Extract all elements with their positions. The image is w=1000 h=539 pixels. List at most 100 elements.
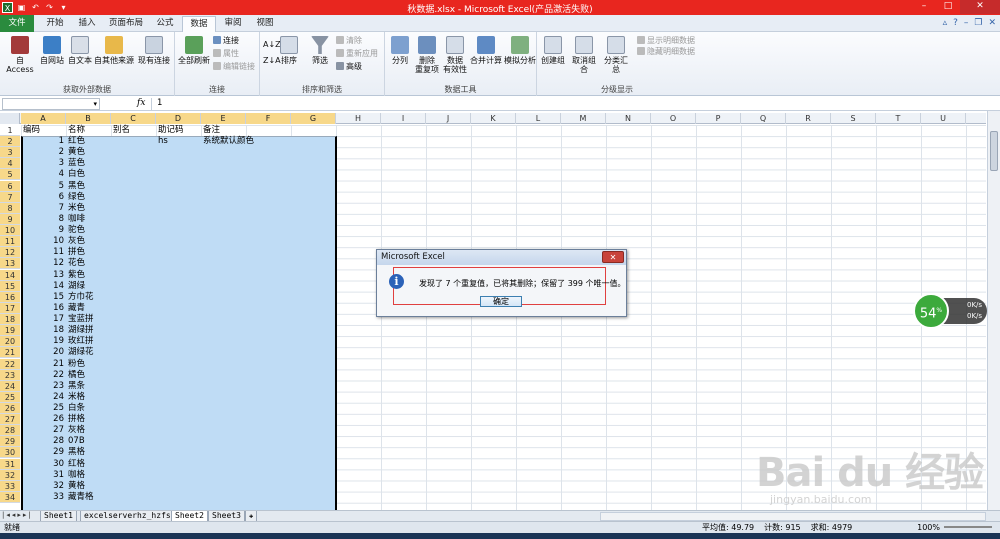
row-header[interactable]: 7 [0,191,20,203]
group-button[interactable]: 创建组 [539,36,567,65]
row-header[interactable]: 17 [0,302,20,314]
ok-button[interactable]: 确定 [480,296,522,307]
ungroup-button[interactable]: 取消组合 [569,36,599,74]
cell-e[interactable]: 备注 [203,125,220,136]
row-header[interactable]: 15 [0,280,20,292]
column-header[interactable]: L [516,113,561,124]
cell-a[interactable]: 24 [21,392,64,403]
insert-function-icon[interactable]: fx [137,98,145,108]
row-header[interactable]: 12 [0,247,20,259]
network-speed-widget[interactable]: 54% 0K/s 0K/s [913,293,987,329]
refresh-all-button[interactable]: 全部刷新 [177,36,211,65]
cell-a[interactable]: 7 [21,203,64,214]
column-header[interactable]: E [201,113,246,124]
tab-page-layout[interactable]: 页面布局 [104,16,148,32]
row-header[interactable]: 16 [0,291,20,303]
cell-b[interactable]: 橘色 [68,370,85,381]
tab-file[interactable]: 文件 [0,15,34,32]
cell-b[interactable]: 名称 [68,125,85,136]
clear-button[interactable]: 清除 [336,36,362,46]
cell-a[interactable]: 4 [21,169,64,180]
maximize-button[interactable]: □ [936,0,960,14]
from-text-button[interactable]: 自文本 [66,36,94,65]
row-header[interactable]: 14 [0,269,20,281]
cell-a[interactable]: 30 [21,459,64,470]
cell-a[interactable]: 18 [21,325,64,336]
workbook-close-icon[interactable]: ✕ [988,18,996,28]
row-header[interactable]: 30 [0,447,20,459]
tab-review[interactable]: 审阅 [218,16,248,32]
consolidate-button[interactable]: 合并计算 [469,36,503,65]
cell-a[interactable]: 33 [21,492,64,503]
cell-b[interactable]: 湖绿拼 [68,325,94,336]
advanced-button[interactable]: 高级 [336,62,362,72]
zoom-slider[interactable] [944,526,992,528]
cell-b[interactable]: 白条 [68,403,85,414]
cell-a[interactable]: 6 [21,192,64,203]
cell-a[interactable]: 16 [21,303,64,314]
cell-a[interactable]: 10 [21,236,64,247]
column-header[interactable]: O [651,113,696,124]
cell-b[interactable]: 湖绿花 [68,347,94,358]
cell-b[interactable]: 灰格 [68,425,85,436]
row-header[interactable]: 6 [0,180,20,192]
cell-b[interactable]: 07B [68,436,85,447]
name-box-dropdown-icon[interactable]: ▾ [93,99,97,109]
minimize-button[interactable]: – [912,0,936,14]
row-header[interactable]: 23 [0,369,20,381]
row-header[interactable]: 9 [0,213,20,225]
cell-c[interactable]: 别名 [113,125,130,136]
vertical-scrollbar[interactable] [987,111,1000,511]
hide-detail-button[interactable]: 隐藏明细数据 [637,47,695,57]
column-header[interactable]: K [471,113,516,124]
row-header[interactable]: 19 [0,325,20,337]
cell-b[interactable]: 宝蓝拼 [68,314,94,325]
workbook-restore-icon[interactable]: ❐ [974,18,982,28]
cell-a[interactable]: 13 [21,270,64,281]
cell-b[interactable]: 红格 [68,459,85,470]
row-header[interactable]: 20 [0,336,20,348]
column-header[interactable]: J [426,113,471,124]
row-header[interactable]: 26 [0,403,20,414]
cell-b[interactable]: 藏青格 [68,492,94,503]
cell-a[interactable]: 3 [21,158,64,169]
cell-a[interactable]: 5 [21,181,64,192]
cell-a[interactable]: 23 [21,381,64,392]
remove-duplicates-button[interactable]: 删除 重复项 [413,36,441,74]
cell-d[interactable]: hs [158,136,168,147]
column-header[interactable]: H [336,113,381,124]
cell-b[interactable]: 米格 [68,392,85,403]
row-header[interactable]: 18 [0,314,20,326]
row-header[interactable]: 29 [0,436,20,448]
name-box[interactable]: ▾ [2,98,100,110]
cell-d[interactable]: 助记码 [158,125,184,136]
column-header[interactable]: R [786,113,831,124]
dialog-close-button[interactable]: ✕ [602,251,624,263]
cell-a[interactable]: 31 [21,470,64,481]
cell-a[interactable]: 17 [21,314,64,325]
cell-b[interactable]: 方巾花 [68,292,94,303]
cell-e[interactable]: 系统默认颜色 [203,136,254,147]
row-header[interactable]: 21 [0,347,20,359]
data-validation-button[interactable]: 数据 有效性 [441,36,469,74]
vertical-scroll-thumb[interactable] [990,131,998,171]
row-header[interactable]: 34 [0,491,20,503]
cell-b[interactable]: 黑格 [68,447,85,458]
cell-b[interactable]: 粉色 [68,359,85,370]
edit-links-button[interactable]: 编辑链接 [213,62,255,72]
cell-b[interactable]: 湖绿 [68,281,85,292]
row-header[interactable]: 24 [0,380,20,392]
horizontal-scrollbar[interactable] [600,512,986,521]
connections-button[interactable]: 连接 [213,36,239,46]
column-header[interactable]: B [66,113,111,124]
cell-a[interactable]: 27 [21,425,64,436]
row-header[interactable]: 4 [0,158,20,170]
cell-a[interactable]: 15 [21,292,64,303]
column-header[interactable]: S [831,113,876,124]
column-header[interactable]: I [381,113,426,124]
cell-a[interactable]: 8 [21,214,64,225]
cell-b[interactable]: 咖啡 [68,214,85,225]
cell-a[interactable]: 19 [21,336,64,347]
from-web-button[interactable]: 自网站 [38,36,66,65]
row-header[interactable]: 8 [0,202,20,214]
